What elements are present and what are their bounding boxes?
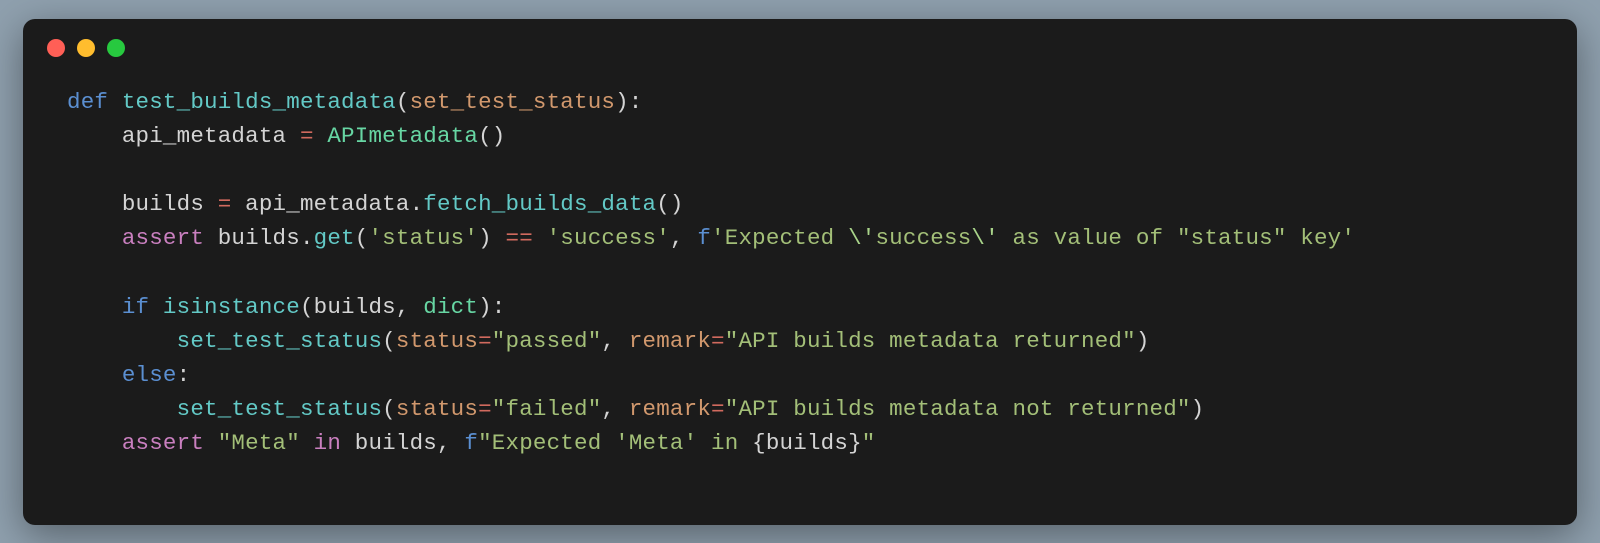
string: "failed" xyxy=(492,396,602,422)
kwarg: status xyxy=(396,396,478,422)
operator-assign: = xyxy=(218,191,232,217)
code-block: def test_builds_metadata(set_test_status… xyxy=(23,67,1577,461)
keyword-assert: assert xyxy=(122,225,204,251)
fstring: success xyxy=(875,225,971,251)
keyword-def: def xyxy=(67,89,108,115)
string: "passed" xyxy=(492,328,602,354)
string: 'success' xyxy=(547,225,670,251)
string: "Meta" xyxy=(218,430,300,456)
zoom-icon[interactable] xyxy=(107,39,125,57)
keyword-else: else xyxy=(122,362,177,388)
close-icon[interactable] xyxy=(47,39,65,57)
function-call: set_test_status xyxy=(177,396,383,422)
kwarg: remark xyxy=(629,396,711,422)
titlebar xyxy=(23,19,1577,67)
keyword-in: in xyxy=(314,430,341,456)
kwarg: status xyxy=(396,328,478,354)
variable: api_metadata xyxy=(122,123,286,149)
param: set_test_status xyxy=(410,89,616,115)
fstring: " xyxy=(862,430,876,456)
fstring: 'Expected xyxy=(711,225,848,251)
class-name: APImetadata xyxy=(327,123,478,149)
builtin-type: dict xyxy=(423,294,478,320)
string: "API builds metadata returned" xyxy=(725,328,1136,354)
escape: \' xyxy=(971,225,998,251)
variable: builds xyxy=(122,191,204,217)
minimize-icon[interactable] xyxy=(77,39,95,57)
function-call: set_test_status xyxy=(177,328,383,354)
brace: } xyxy=(848,430,862,456)
builtin: isinstance xyxy=(163,294,300,320)
method-name: fetch_builds_data xyxy=(423,191,656,217)
escape: \' xyxy=(848,225,875,251)
keyword-if: if xyxy=(122,294,149,320)
fstring: as value of "status" key' xyxy=(999,225,1355,251)
arg: builds xyxy=(314,294,396,320)
fstring-expr: builds xyxy=(766,430,848,456)
method-name: get xyxy=(314,225,355,251)
keyword-assert: assert xyxy=(122,430,204,456)
fstring-prefix: f xyxy=(697,225,711,251)
brace: { xyxy=(752,430,766,456)
fstring-prefix: f xyxy=(464,430,478,456)
operator-assign: = xyxy=(300,123,314,149)
operator-eq: == xyxy=(506,225,533,251)
string: "API builds metadata not returned" xyxy=(725,396,1191,422)
fstring: "Expected 'Meta' in xyxy=(478,430,752,456)
code-window: def test_builds_metadata(set_test_status… xyxy=(23,19,1577,525)
string: 'status' xyxy=(368,225,478,251)
kwarg: remark xyxy=(629,328,711,354)
object: builds xyxy=(218,225,300,251)
object: api_metadata xyxy=(245,191,409,217)
object: builds xyxy=(355,430,437,456)
function-name: test_builds_metadata xyxy=(122,89,396,115)
